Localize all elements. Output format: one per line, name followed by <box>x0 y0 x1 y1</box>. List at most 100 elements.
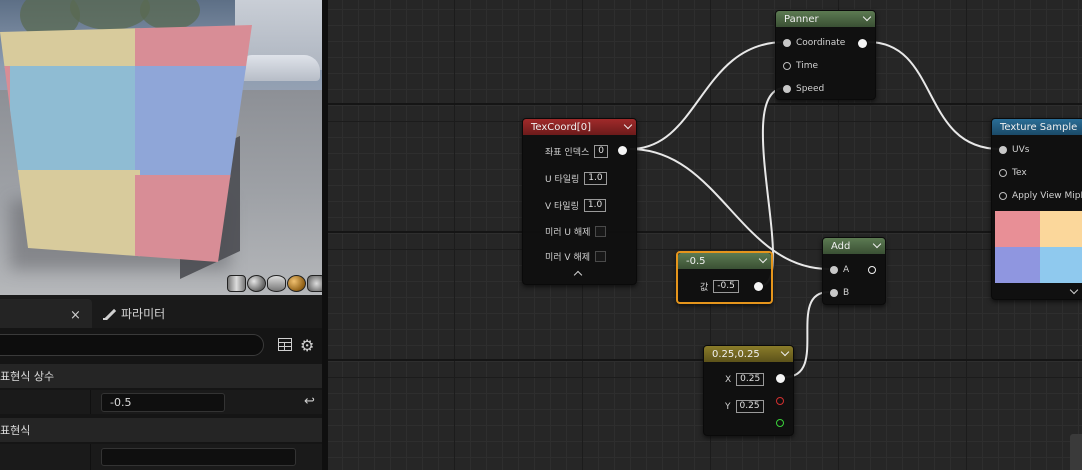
u-tiling-label: U 타일링 <box>545 175 580 185</box>
input-pin-icon[interactable] <box>783 85 791 93</box>
input-pin-icon[interactable] <box>830 266 838 274</box>
output-pin-icon[interactable] <box>868 266 876 274</box>
grid-line <box>328 231 1082 233</box>
cube-face-yellow-top <box>0 25 140 68</box>
expression-value-field[interactable] <box>101 448 296 466</box>
chevron-down-icon[interactable] <box>862 12 872 22</box>
teapot-icon[interactable] <box>307 275 322 292</box>
mirror-u-label: 미러 U 해제 <box>545 228 591 238</box>
sphere-icon[interactable] <box>247 275 266 292</box>
coord-index-row: 좌표 인덱스 0 <box>545 145 609 158</box>
pin-coordinate-label: Coordinate <box>796 38 846 48</box>
input-pin-icon[interactable] <box>999 192 1007 200</box>
node-texture-sample-title: Texture Sample <box>1000 121 1078 133</box>
close-icon[interactable]: × <box>70 308 81 323</box>
input-pin-icon[interactable] <box>830 289 838 297</box>
u-tiling-field[interactable]: 1.0 <box>584 172 607 185</box>
constant-value-input[interactable]: -0.5 <box>713 280 739 293</box>
node-constant[interactable]: -0.5 값 -0.5 <box>676 251 773 304</box>
node-texcoord-header[interactable]: TexCoord[0] <box>523 119 636 135</box>
node-add[interactable]: Add A B <box>822 237 886 305</box>
pin-time[interactable]: Time <box>783 61 818 71</box>
property-row-expression <box>0 444 322 470</box>
tab-bar: × 파라미터 <box>0 295 322 328</box>
input-pin-icon[interactable] <box>999 169 1007 177</box>
node-texcoord-title: TexCoord[0] <box>531 121 591 133</box>
gear-icon[interactable]: ⚙ <box>300 336 314 355</box>
mirror-v-row: 미러 V 해제 <box>545 250 606 263</box>
constant-value-label: 값 <box>700 283 709 293</box>
reset-arrow-icon[interactable]: ↩ <box>304 394 315 409</box>
x-value-field[interactable]: 0.25 <box>736 373 765 386</box>
tab-parameters[interactable]: 파라미터 <box>95 299 225 328</box>
node-panner[interactable]: Panner Coordinate Time Speed <box>775 10 876 100</box>
property-row-constant: -0.5 ↩ <box>0 390 322 414</box>
preview-cell-blue <box>995 247 1040 283</box>
category-expression[interactable]: 표현식 <box>0 418 322 442</box>
pin-uvs[interactable]: UVs <box>999 145 1029 155</box>
preview-shape-toolbar <box>227 275 322 293</box>
chevron-down-icon[interactable] <box>623 120 633 130</box>
node-add-header[interactable]: Add <box>823 238 885 254</box>
node-panner-header[interactable]: Panner <box>776 11 875 27</box>
search-input[interactable] <box>0 334 264 356</box>
mirror-u-checkbox[interactable] <box>595 226 607 237</box>
coord-index-field[interactable]: 0 <box>594 145 609 158</box>
input-pin-icon[interactable] <box>783 39 791 47</box>
pin-b[interactable]: B <box>830 288 849 298</box>
output-pin-icon[interactable] <box>776 374 785 383</box>
tab-details[interactable]: × <box>0 299 92 328</box>
node-texture-sample-header[interactable]: Texture Sample <box>992 119 1082 135</box>
pin-a-label: A <box>843 265 850 275</box>
output-pin-icon[interactable] <box>858 39 867 48</box>
chevron-down-icon[interactable] <box>1069 285 1079 295</box>
node-panner-title: Panner <box>784 13 819 25</box>
output-pin-icon[interactable] <box>754 282 763 291</box>
chevron-down-icon[interactable] <box>758 254 768 264</box>
pin-speed-label: Speed <box>796 84 825 94</box>
v-tiling-field[interactable]: 1.0 <box>583 199 607 212</box>
x-label: X <box>725 374 732 385</box>
input-pin-icon[interactable] <box>999 146 1007 154</box>
node-texture-sample[interactable]: Texture Sample UVs Tex Apply View MipBi <box>991 118 1082 300</box>
column-divider[interactable] <box>90 444 91 470</box>
output-pin-green-icon[interactable] <box>776 419 784 427</box>
node-constant2-title: 0.25,0.25 <box>712 348 760 360</box>
preview-cube <box>0 25 252 262</box>
pin-tex[interactable]: Tex <box>999 168 1027 178</box>
y-value-field[interactable]: 0.25 <box>735 400 764 413</box>
pin-a[interactable]: A <box>830 265 849 275</box>
plane-icon[interactable] <box>267 275 286 292</box>
column-divider[interactable] <box>90 390 91 414</box>
v-tiling-label: V 타일링 <box>545 202 579 212</box>
preview-cell-red <box>995 211 1040 247</box>
category-constant[interactable]: 표현식 상수 <box>0 364 322 388</box>
chevron-down-icon[interactable] <box>872 239 882 249</box>
pin-apply-view-mipbias[interactable]: Apply View MipBi <box>999 191 1082 201</box>
cube-face-yellow-bottom <box>0 170 140 262</box>
material-preview-viewport[interactable] <box>0 0 322 295</box>
texture-preview <box>995 211 1082 283</box>
pin-coordinate[interactable]: Coordinate <box>783 38 845 48</box>
mirror-v-checkbox[interactable] <box>595 251 606 262</box>
node-texcoord[interactable]: TexCoord[0] 좌표 인덱스 0 U 타일링 1.0 V 타일링 1.0… <box>522 118 637 285</box>
cylinder-icon[interactable] <box>227 275 246 292</box>
input-pin-icon[interactable] <box>783 62 791 70</box>
constant-value-field[interactable]: -0.5 <box>101 393 225 412</box>
scrollbar-handle[interactable] <box>1070 434 1082 470</box>
y-label: Y <box>725 401 731 412</box>
output-pin-icon[interactable] <box>618 146 627 155</box>
tab-parameters-label: 파라미터 <box>121 307 166 321</box>
table-icon[interactable] <box>278 338 292 351</box>
node-constant-header[interactable]: -0.5 <box>678 253 771 269</box>
chevron-down-icon[interactable] <box>780 347 790 357</box>
cube-icon[interactable] <box>287 275 306 292</box>
pin-speed[interactable]: Speed <box>783 84 824 94</box>
y-value-row: Y 0.25 <box>725 400 764 413</box>
node-constant2-header[interactable]: 0.25,0.25 <box>704 346 793 362</box>
pin-time-label: Time <box>796 61 819 71</box>
output-pin-red-icon[interactable] <box>776 397 784 405</box>
node-add-title: Add <box>831 240 851 252</box>
node-constant2[interactable]: 0.25,0.25 X 0.25 Y 0.25 <box>703 345 794 436</box>
collapse-arrow-icon[interactable] <box>573 270 583 280</box>
